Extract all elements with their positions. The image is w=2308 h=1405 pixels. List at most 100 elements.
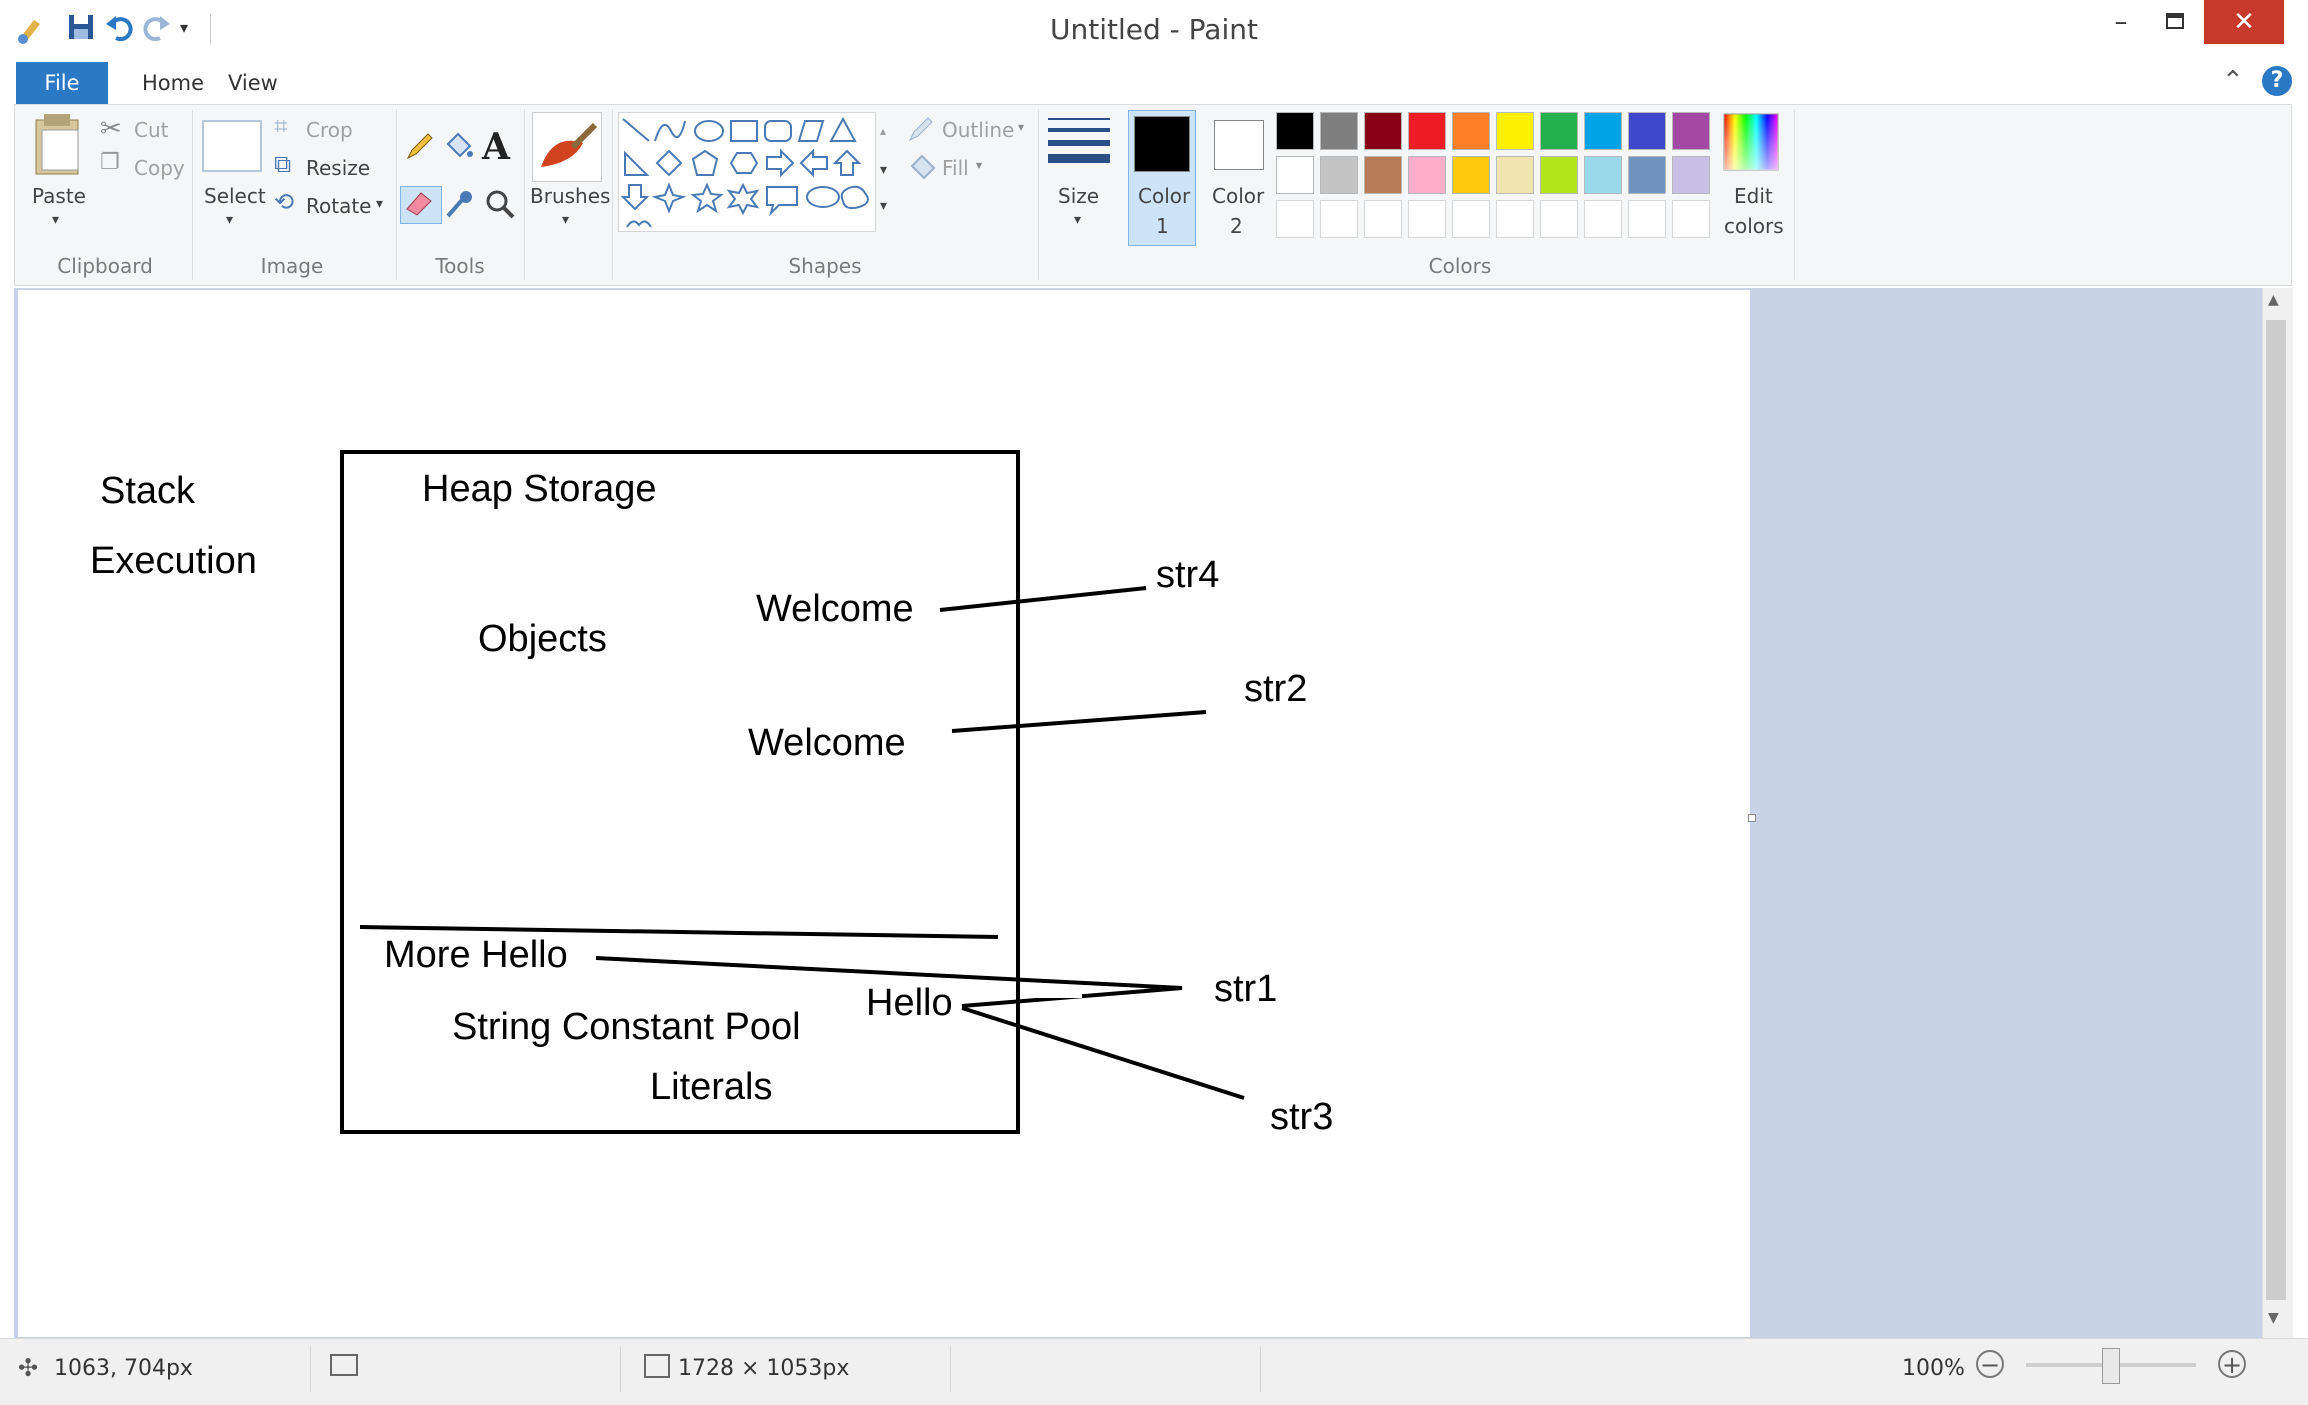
palette-swatch[interactable] bbox=[1628, 156, 1666, 194]
shapes-gallery[interactable] bbox=[618, 112, 876, 232]
palette-swatch[interactable] bbox=[1628, 200, 1666, 238]
palette-swatch[interactable] bbox=[1364, 200, 1402, 238]
clipboard-group-label: Clipboard bbox=[57, 254, 153, 278]
brushes-dropdown-icon[interactable]: ▾ bbox=[562, 212, 569, 228]
collapse-ribbon-icon[interactable]: ⌃ bbox=[2222, 66, 2244, 96]
palette-swatch[interactable] bbox=[1496, 200, 1534, 238]
copy-icon[interactable]: ❐ bbox=[100, 150, 120, 175]
size-button[interactable]: Size bbox=[1058, 184, 1099, 208]
crop-icon[interactable]: ⌗ bbox=[274, 112, 288, 140]
palette-row-1 bbox=[1276, 112, 1710, 150]
scrollbar-thumb[interactable] bbox=[2266, 320, 2286, 1300]
palette-swatch[interactable] bbox=[1584, 156, 1622, 194]
paste-button[interactable] bbox=[30, 110, 86, 184]
fill-bucket-icon[interactable] bbox=[442, 130, 474, 166]
fill-button[interactable]: Fill bbox=[942, 156, 969, 180]
palette-swatch[interactable] bbox=[1320, 112, 1358, 150]
color2-swatch[interactable] bbox=[1214, 120, 1264, 170]
group-divider bbox=[524, 110, 525, 280]
zoom-in-icon[interactable]: + bbox=[2218, 1350, 2246, 1378]
gallery-up-icon[interactable]: ▴ bbox=[880, 124, 886, 138]
help-icon[interactable]: ? bbox=[2262, 66, 2292, 96]
fill-icon[interactable] bbox=[906, 152, 938, 186]
canvas-resize-handle[interactable] bbox=[1748, 814, 1756, 822]
undo-icon[interactable] bbox=[102, 12, 136, 46]
rotate-button[interactable]: Rotate bbox=[306, 194, 371, 218]
palette-swatch[interactable] bbox=[1672, 112, 1710, 150]
eraser-icon[interactable] bbox=[400, 186, 442, 224]
hello-text: Hello bbox=[866, 982, 953, 1024]
palette-swatch[interactable] bbox=[1408, 112, 1446, 150]
pencil-icon[interactable] bbox=[404, 130, 436, 166]
cut-button[interactable]: Cut bbox=[134, 118, 168, 142]
palette-swatch[interactable] bbox=[1540, 112, 1578, 150]
palette-swatch[interactable] bbox=[1540, 156, 1578, 194]
gallery-down-icon[interactable]: ▾ bbox=[880, 162, 887, 178]
palette-swatch[interactable] bbox=[1408, 156, 1446, 194]
zoom-slider-thumb[interactable] bbox=[2102, 1348, 2120, 1384]
customize-arrow-icon[interactable]: ▾ bbox=[180, 18, 188, 37]
palette-swatch[interactable] bbox=[1452, 112, 1490, 150]
palette-swatch[interactable] bbox=[1364, 156, 1402, 194]
rotate-dropdown-icon[interactable]: ▾ bbox=[376, 196, 383, 212]
save-icon[interactable] bbox=[64, 12, 98, 46]
zoom-out-icon[interactable]: − bbox=[1976, 1350, 2004, 1378]
outline-icon[interactable] bbox=[906, 114, 938, 148]
palette-swatch[interactable] bbox=[1452, 156, 1490, 194]
palette-swatch[interactable] bbox=[1452, 200, 1490, 238]
palette-swatch[interactable] bbox=[1672, 156, 1710, 194]
objects-text: Objects bbox=[478, 618, 607, 660]
close-button[interactable]: ✕ bbox=[2204, 0, 2284, 44]
palette-swatch[interactable] bbox=[1408, 200, 1446, 238]
text-tool-icon[interactable]: A bbox=[482, 126, 510, 168]
palette-swatch[interactable] bbox=[1628, 112, 1666, 150]
palette-swatch[interactable] bbox=[1540, 200, 1578, 238]
cursor-position-icon: ✣ bbox=[18, 1354, 39, 1382]
select-icon[interactable] bbox=[202, 120, 262, 172]
select-dropdown-icon[interactable]: ▾ bbox=[226, 212, 233, 228]
paste-dropdown-icon[interactable]: ▾ bbox=[52, 212, 59, 228]
paint-app-icon[interactable] bbox=[14, 12, 48, 46]
crop-button[interactable]: Crop bbox=[306, 118, 353, 142]
palette-swatch[interactable] bbox=[1276, 200, 1314, 238]
edit-colors-label-2[interactable]: colors bbox=[1724, 214, 1784, 238]
cut-icon[interactable]: ✂ bbox=[100, 114, 122, 144]
brushes-icon[interactable] bbox=[532, 112, 602, 182]
group-divider bbox=[1794, 110, 1795, 280]
magnifier-icon[interactable] bbox=[484, 188, 516, 224]
palette-swatch[interactable] bbox=[1672, 200, 1710, 238]
size-icon[interactable] bbox=[1046, 114, 1112, 178]
palette-swatch[interactable] bbox=[1364, 112, 1402, 150]
scroll-down-icon[interactable]: ▼ bbox=[2268, 1310, 2279, 1326]
copy-button[interactable]: Copy bbox=[134, 156, 185, 180]
palette-swatch[interactable] bbox=[1276, 156, 1314, 194]
outline-button[interactable]: Outline bbox=[942, 118, 1014, 142]
rotate-icon[interactable]: ⟲ bbox=[274, 188, 294, 216]
palette-swatch[interactable] bbox=[1320, 156, 1358, 194]
tab-view[interactable]: View bbox=[210, 62, 296, 104]
palette-swatch[interactable] bbox=[1584, 200, 1622, 238]
palette-swatch[interactable] bbox=[1276, 112, 1314, 150]
tab-home[interactable]: Home bbox=[124, 62, 222, 104]
palette-swatch[interactable] bbox=[1496, 112, 1534, 150]
palette-swatch[interactable] bbox=[1320, 200, 1358, 238]
color-picker-icon[interactable] bbox=[444, 188, 476, 224]
gallery-more-icon[interactable]: ▾ bbox=[880, 198, 887, 214]
redo-icon[interactable] bbox=[140, 12, 174, 46]
size-dropdown-icon[interactable]: ▾ bbox=[1074, 212, 1081, 228]
brushes-button[interactable]: Brushes bbox=[530, 184, 610, 208]
tab-file[interactable]: File bbox=[16, 62, 108, 104]
palette-swatch[interactable] bbox=[1496, 156, 1534, 194]
resize-button[interactable]: Resize bbox=[306, 156, 370, 180]
resize-icon[interactable]: ⧉ bbox=[274, 150, 291, 178]
literals-text: Literals bbox=[650, 1066, 773, 1108]
fill-dropdown-icon[interactable]: ▾ bbox=[976, 158, 982, 172]
edit-colors-label-1[interactable]: Edit bbox=[1734, 184, 1773, 208]
select-button[interactable]: Select bbox=[204, 184, 266, 208]
scroll-up-icon[interactable]: ▲ bbox=[2268, 292, 2279, 308]
drawing-canvas[interactable] bbox=[18, 290, 1750, 1337]
edit-colors-icon[interactable] bbox=[1722, 112, 1780, 172]
palette-swatch[interactable] bbox=[1584, 112, 1622, 150]
maximize-button[interactable] bbox=[2142, 0, 2208, 44]
outline-dropdown-icon[interactable]: ▾ bbox=[1018, 120, 1024, 134]
